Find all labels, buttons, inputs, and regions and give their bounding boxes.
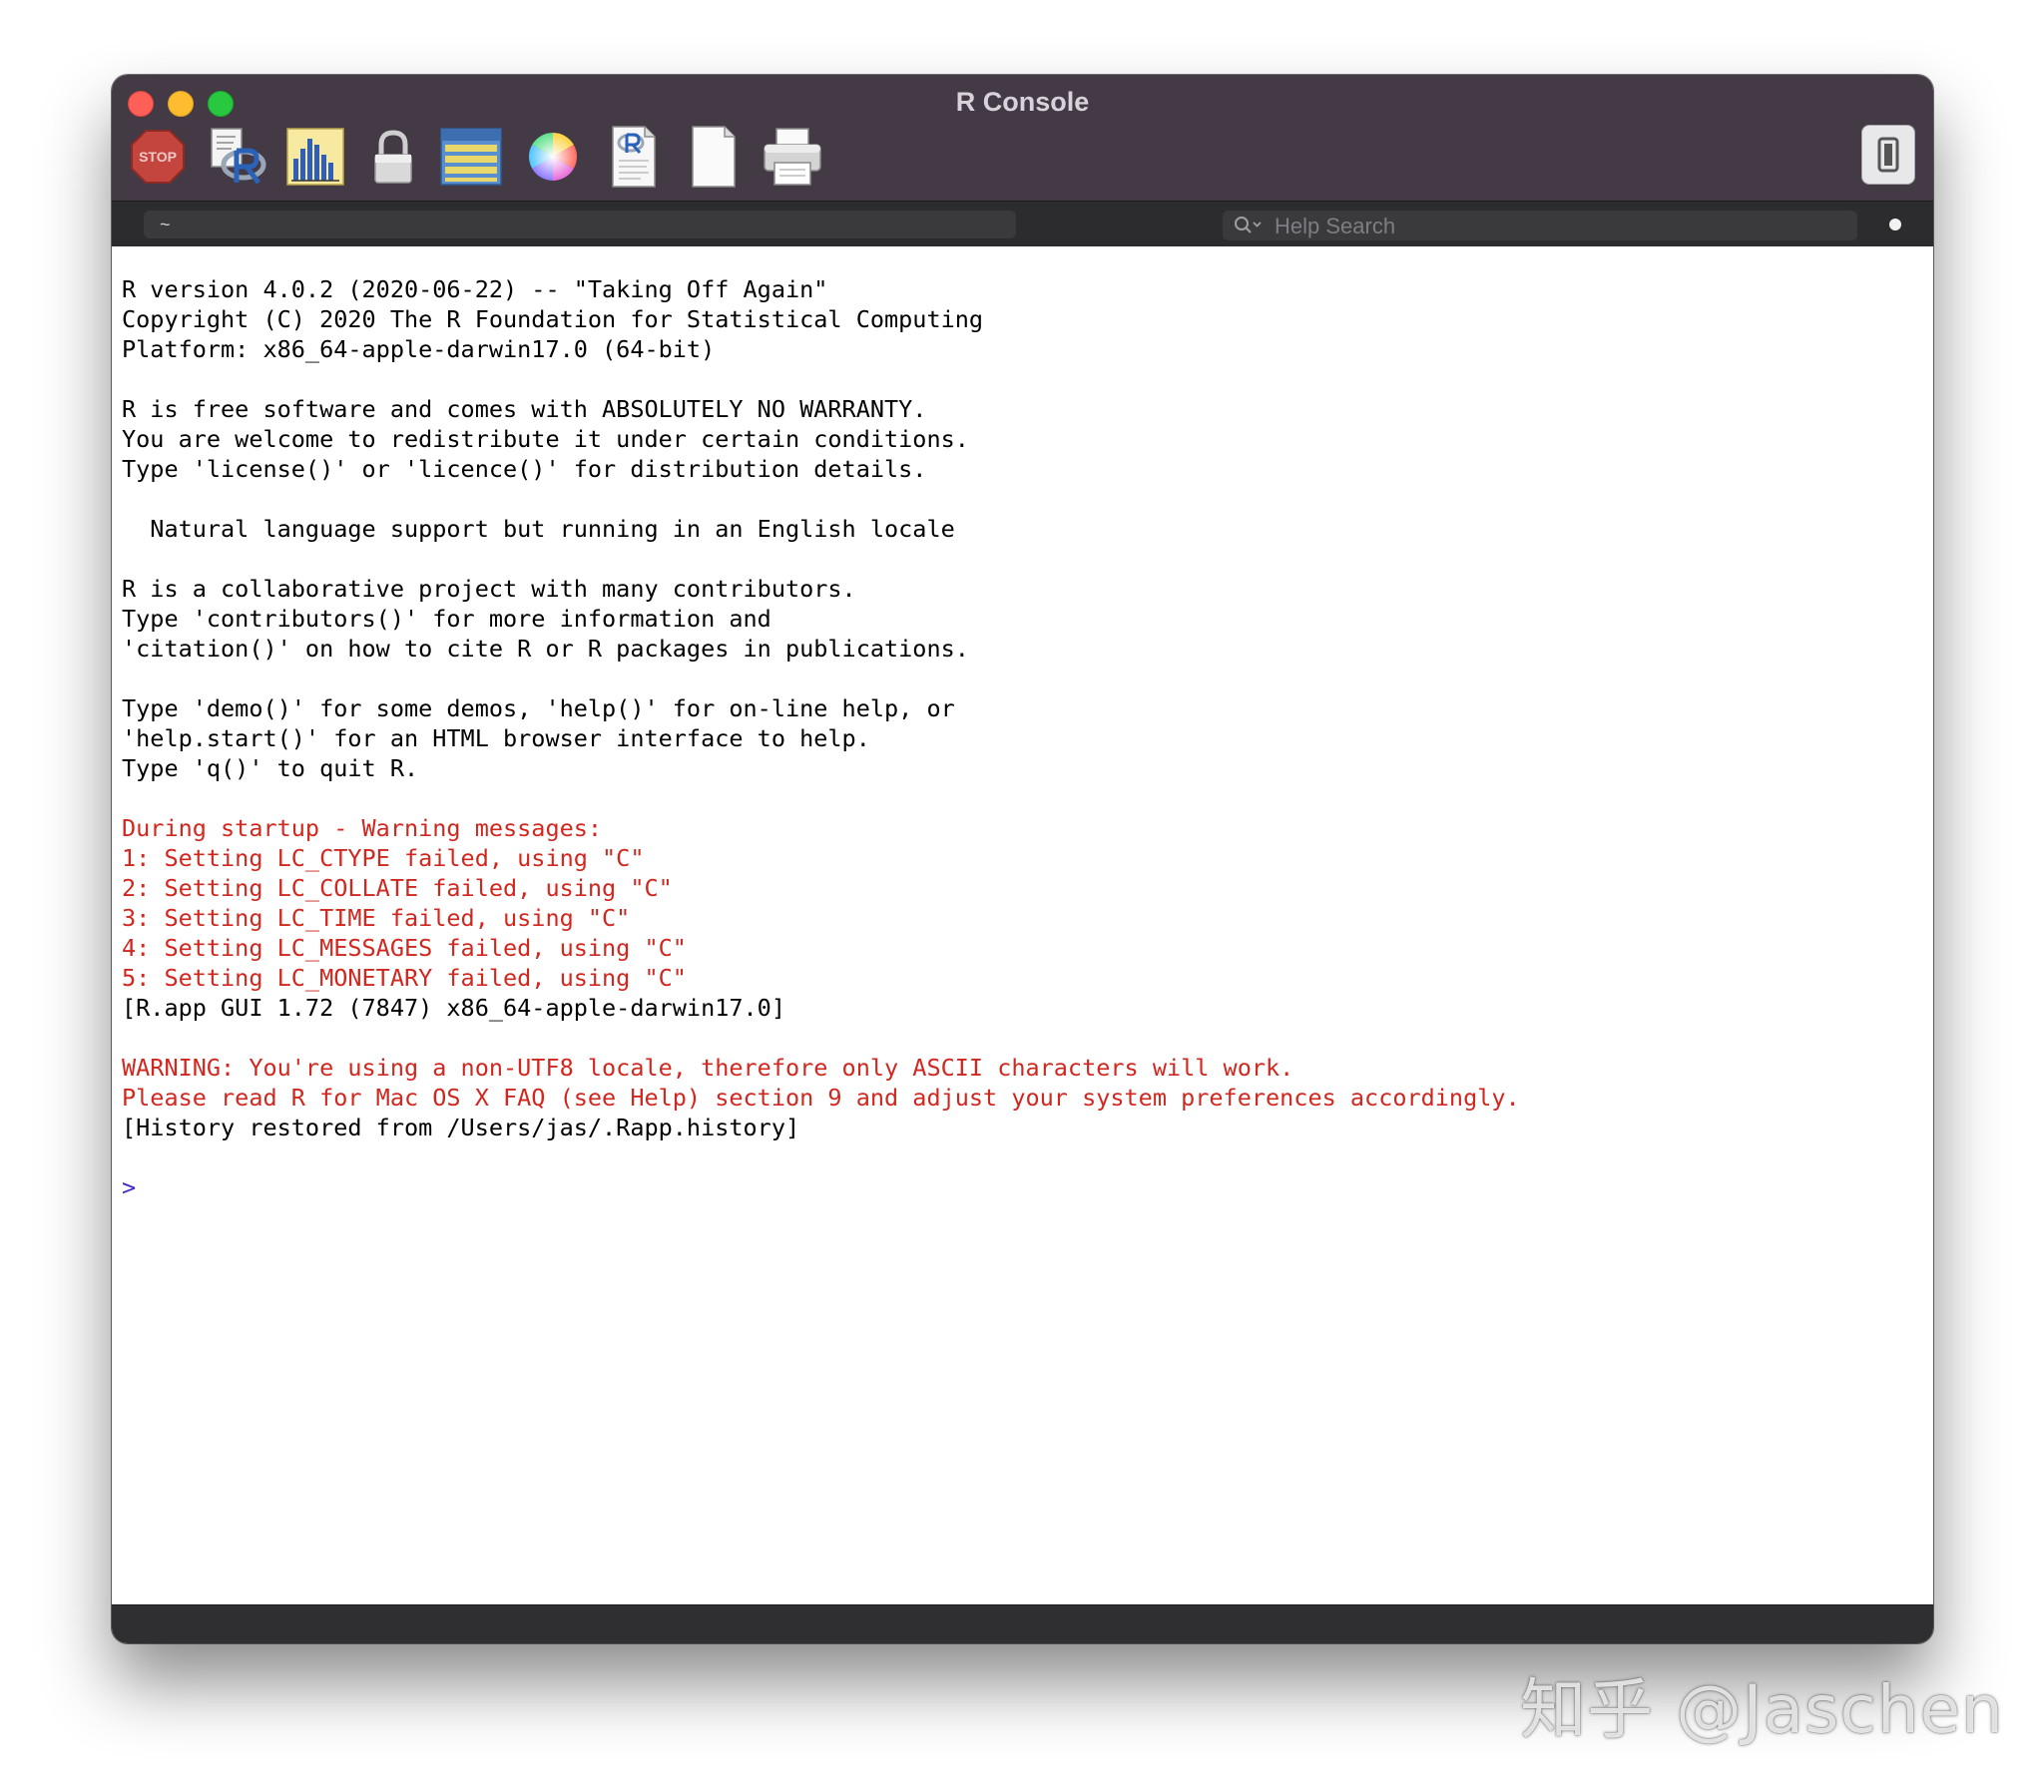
- console-warning-line: 1: Setting LC_CTYPE failed, using "C": [122, 844, 645, 872]
- console-line: Natural language support but running in …: [122, 515, 955, 543]
- console-line: [R.app GUI 1.72 (7847) x86_64-apple-darw…: [122, 994, 785, 1022]
- titlebar: R Console STOP: [112, 75, 1933, 201]
- console-warning-line: 2: Setting LC_COLLATE failed, using "C": [122, 874, 673, 902]
- color-wheel-icon: [528, 133, 578, 181]
- console-output[interactable]: R version 4.0.2 (2020-06-22) -- "Taking …: [112, 246, 1933, 1605]
- console-line: Type 'license()' or 'licence()' for dist…: [122, 455, 927, 483]
- help-search-input[interactable]: [1273, 211, 1835, 242]
- console-line: Type 'q()' to quit R.: [122, 754, 419, 782]
- drawer-toggle-icon: [1877, 137, 1899, 173]
- console-prompt[interactable]: >: [122, 1172, 1933, 1202]
- console-line: Copyright (C) 2020 The R Foundation for …: [122, 305, 984, 333]
- window-title: R Console: [955, 87, 1090, 117]
- console-line: R version 4.0.2 (2020-06-22) -- "Taking …: [122, 275, 828, 303]
- open-document-button[interactable]: [601, 125, 665, 189]
- help-search-field[interactable]: [1223, 211, 1857, 242]
- sidebar-toggle-button[interactable]: [1861, 125, 1915, 185]
- console-line: 'citation()' on how to cite R or R packa…: [122, 635, 969, 663]
- set-colors-button[interactable]: [521, 125, 585, 189]
- stop-icon: STOP: [131, 130, 185, 184]
- stop-icon-label: STOP: [139, 149, 177, 165]
- status-indicator: [1889, 219, 1901, 230]
- stop-button[interactable]: STOP: [126, 125, 190, 189]
- console-warning-line: 5: Setting LC_MONETARY failed, using "C": [122, 964, 687, 992]
- console-line: [History restored from /Users/jas/.Rapp.…: [122, 1114, 800, 1141]
- blank-document-icon: [692, 126, 736, 188]
- console-line: Platform: x86_64-apple-darwin17.0 (64-bi…: [122, 335, 716, 363]
- console-line: R is free software and comes with ABSOLU…: [122, 395, 927, 423]
- printer-icon: [764, 128, 821, 186]
- working-directory-field[interactable]: ~: [144, 211, 1016, 238]
- path-bar: ~: [112, 201, 1933, 247]
- authorization-button[interactable]: [361, 125, 425, 189]
- status-bar: [112, 1604, 1933, 1643]
- console-line: You are welcome to redistribute it under…: [122, 425, 969, 453]
- r-console-window: R Console STOP ~ Help Search R version 4…: [112, 75, 1933, 1643]
- console-line: Type 'contributors()' for more informati…: [122, 605, 771, 633]
- data-table-icon: [440, 128, 502, 186]
- bar-chart-icon: [286, 128, 344, 186]
- console-warning-line: WARNING: You're using a non-UTF8 locale,…: [122, 1054, 1294, 1082]
- r-script-icon: [211, 128, 266, 185]
- source-script-button[interactable]: [204, 125, 267, 189]
- console-line: R is a collaborative project with many c…: [122, 575, 856, 603]
- console-warning-line: During startup - Warning messages:: [122, 814, 603, 842]
- console-line: Type 'demo()' for some demos, 'help()' f…: [122, 694, 955, 722]
- watermark: 知乎 @Jaschen: [1520, 1671, 2004, 1748]
- console-warning-line: Please read R for Mac OS X FAQ (see Help…: [122, 1084, 1520, 1112]
- search-icon: [1235, 217, 1262, 233]
- console-line: 'help.start()' for an HTML browser inter…: [122, 724, 870, 752]
- r-document-icon: [612, 126, 656, 188]
- console-warning-line: 3: Setting LC_TIME failed, using "C": [122, 904, 631, 932]
- quartz-plot-button[interactable]: [283, 125, 347, 189]
- console-warning-line: 4: Setting LC_MESSAGES failed, using "C": [122, 934, 687, 962]
- lock-icon: [374, 130, 412, 184]
- print-button[interactable]: [761, 125, 824, 189]
- new-document-button[interactable]: [681, 125, 745, 189]
- workspace-browser-button[interactable]: [439, 125, 503, 189]
